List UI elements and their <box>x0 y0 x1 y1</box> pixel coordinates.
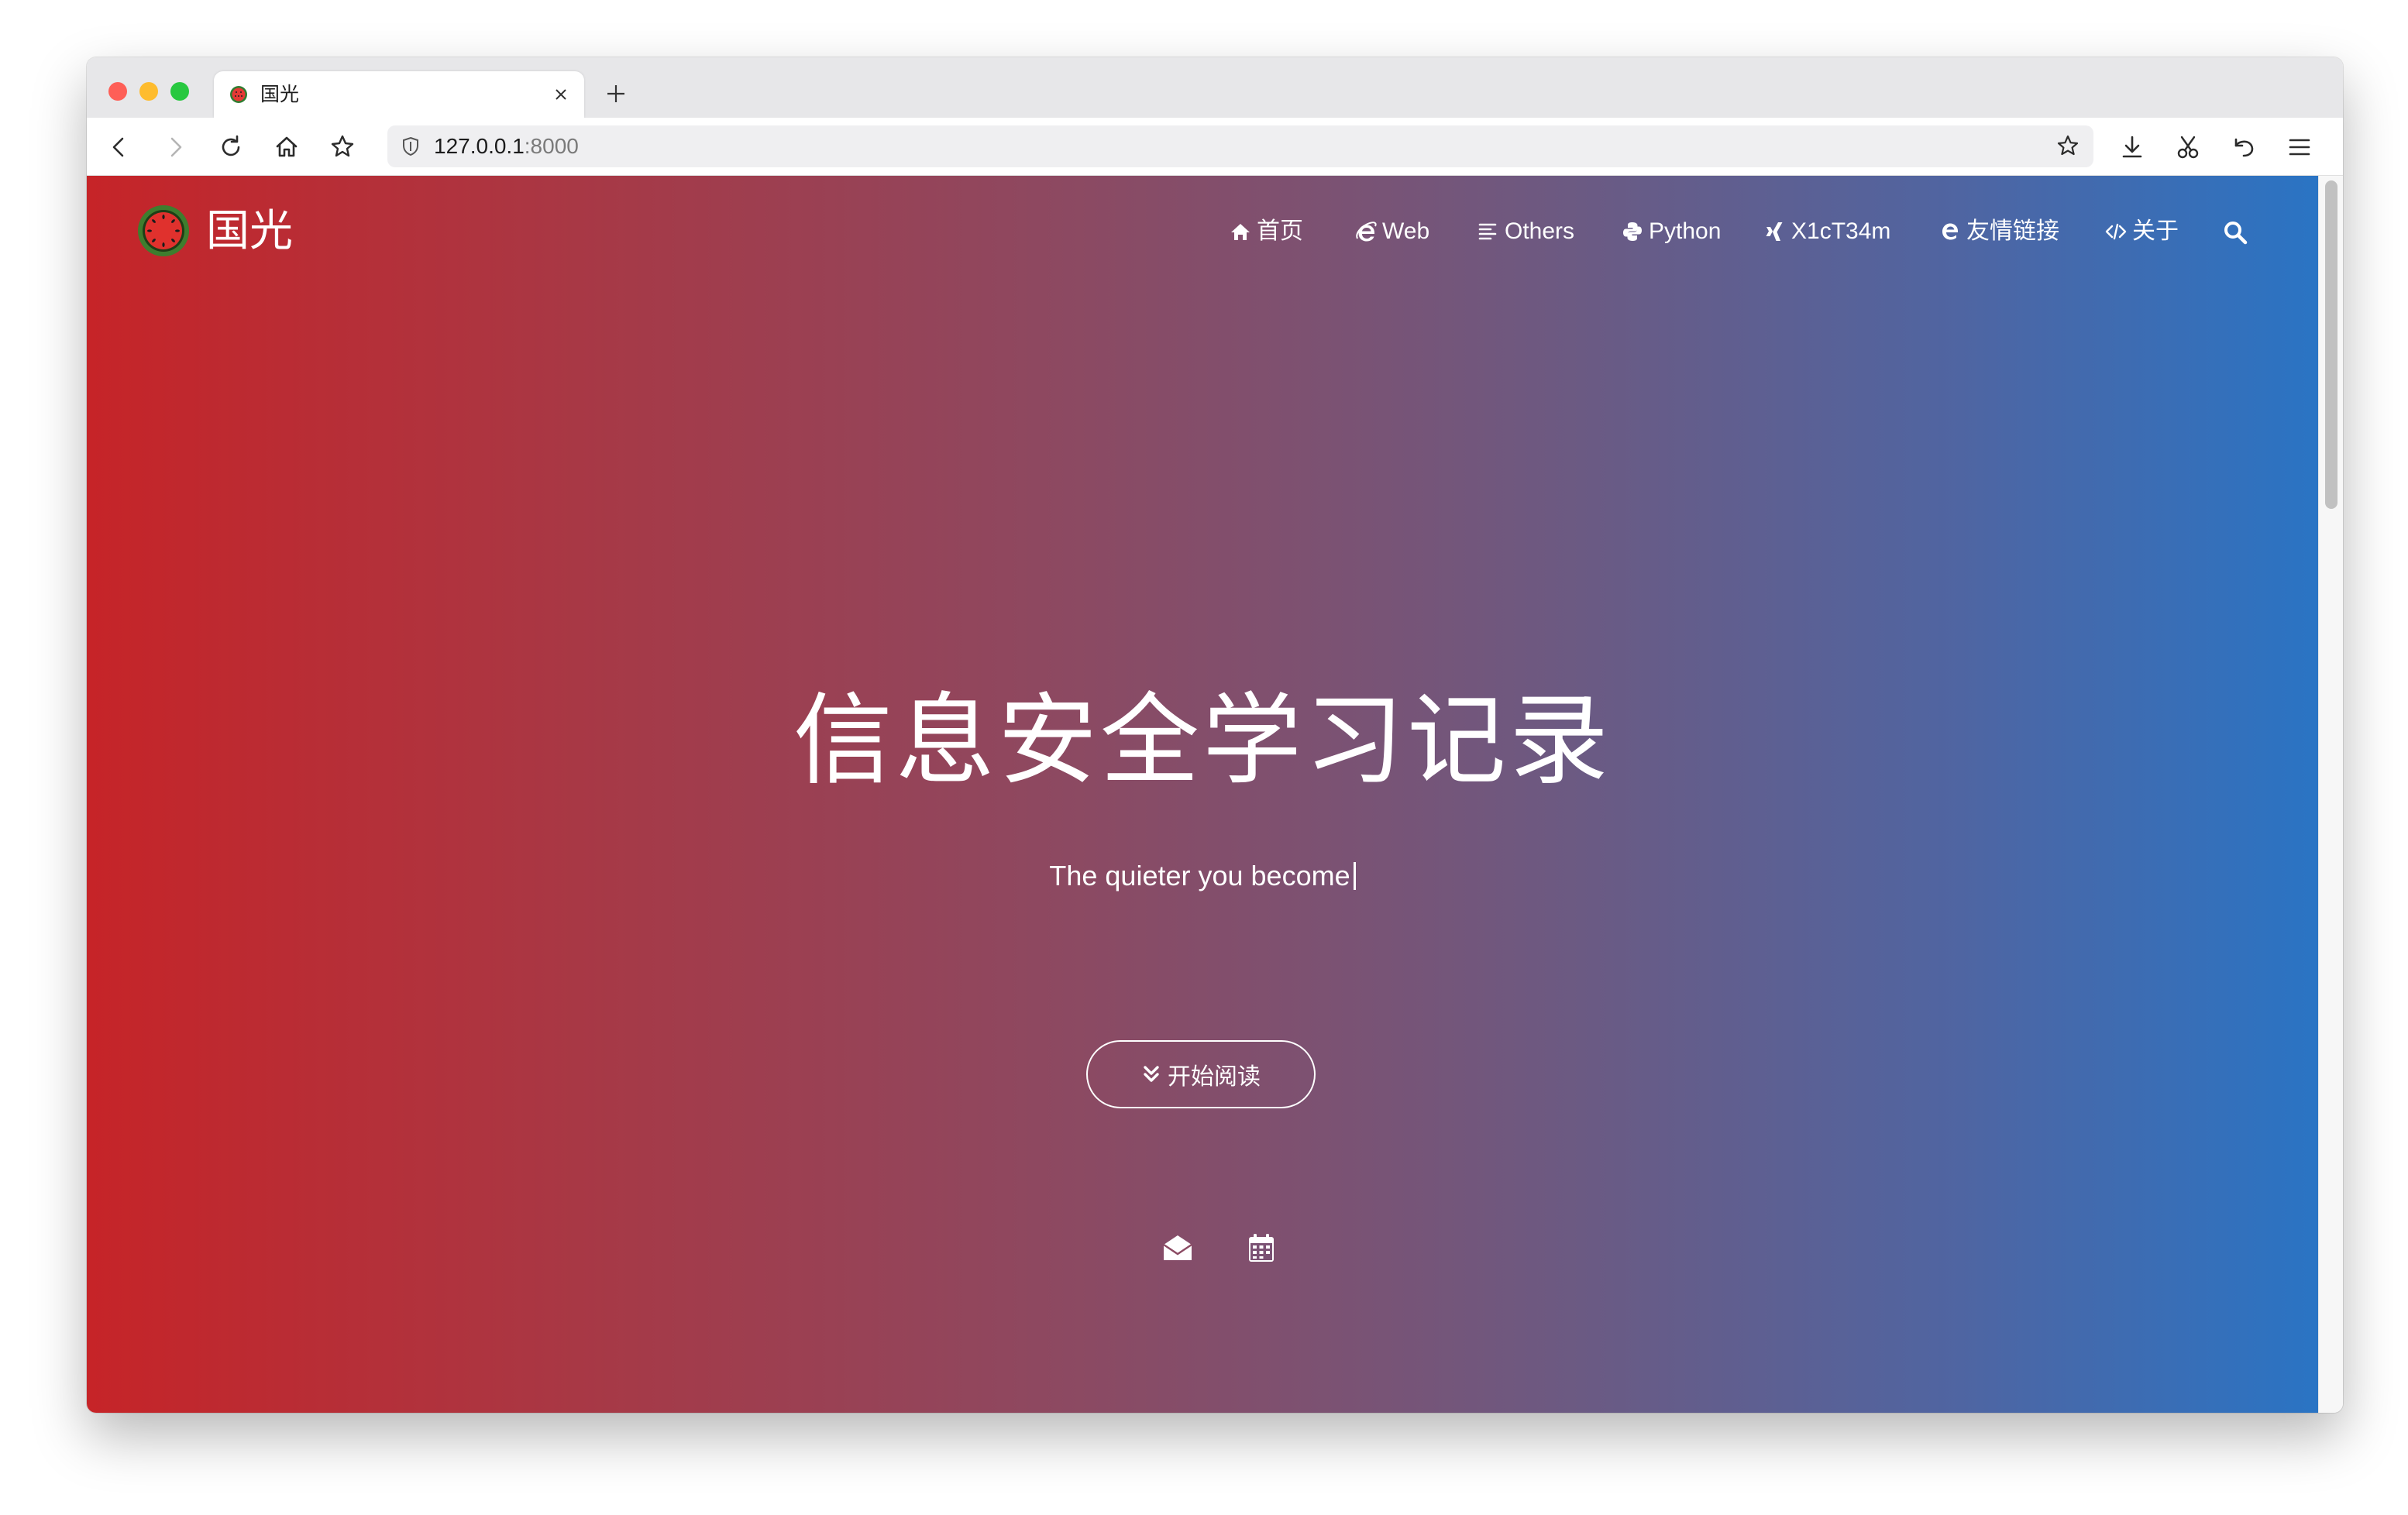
nav-item-x1ct34m[interactable]: X1cT34m <box>1763 216 1890 247</box>
back-icon[interactable] <box>104 132 135 163</box>
edge-icon <box>1942 223 1958 240</box>
calendar-icon[interactable] <box>1244 1231 1278 1265</box>
home-icon <box>1231 224 1250 240</box>
download-icon[interactable] <box>2117 132 2148 163</box>
nav-item-python[interactable]: Python <box>1621 216 1721 247</box>
scrollbar-thumb[interactable] <box>2325 180 2337 509</box>
zoom-window-button[interactable] <box>170 82 189 101</box>
xing-icon <box>1766 222 1783 241</box>
nav-item-web[interactable]: Web <box>1354 216 1429 247</box>
double-chevron-down-icon <box>1144 1066 1159 1082</box>
nav-item-about[interactable]: 关于 <box>2104 216 2179 247</box>
undo-icon[interactable] <box>2228 132 2259 163</box>
browser-toolbar: 127.0.0.1:8000 <box>87 118 2343 176</box>
nav-item-label: Web <box>1382 218 1430 244</box>
shield-icon[interactable] <box>400 136 421 157</box>
address-bar[interactable]: 127.0.0.1:8000 <box>387 125 2093 167</box>
page-viewport: 国光 首页 Web Others Python X1cT34m 友情链接 关于 … <box>87 176 2343 1413</box>
hero-title: 信息安全学习记录 <box>793 683 1612 799</box>
start-reading-button[interactable]: 开始阅读 <box>1086 1040 1316 1108</box>
nav-item-links[interactable]: 友情链接 <box>1938 216 2059 247</box>
nav-item-label: X1cT34m <box>1791 218 1891 244</box>
hero-section: 国光 首页 Web Others Python X1cT34m 友情链接 关于 … <box>87 176 2318 1413</box>
typing-cursor <box>1353 862 1356 890</box>
reload-icon[interactable] <box>215 132 246 163</box>
bookmark-star-icon[interactable] <box>327 132 358 163</box>
main-nav: 首页 Web Others Python X1cT34m 友情链接 关于 <box>87 216 2318 247</box>
hero-subtitle: The quieter you become <box>87 857 2318 895</box>
tab-title: 国光 <box>260 83 300 105</box>
nav-item-label: 关于 <box>2132 218 2179 244</box>
typed-text: The quieter you become <box>1049 860 1350 891</box>
menu-icon[interactable] <box>2284 132 2315 163</box>
nav-item-others[interactable]: Others <box>1477 216 1574 247</box>
star-icon[interactable] <box>2055 133 2081 160</box>
page-scrollbar[interactable] <box>2318 176 2343 1413</box>
close-tab-icon[interactable] <box>550 84 572 105</box>
url-host: 127.0.0.1 <box>434 134 525 158</box>
new-tab-icon[interactable] <box>604 82 628 105</box>
browser-tab[interactable]: 国光 <box>214 71 584 118</box>
nav-item-label: 友情链接 <box>1966 218 2059 244</box>
nav-item-label: 首页 <box>1257 218 1303 244</box>
list-icon <box>1478 223 1497 240</box>
search-icon[interactable] <box>2222 219 2248 246</box>
url-port: :8000 <box>524 134 579 158</box>
home-icon[interactable] <box>271 132 302 163</box>
browser-window: 国光 127.0.0.1:8000 国光 首页 Web Others Pytho… <box>87 57 2343 1413</box>
url-text: 127.0.0.1:8000 <box>434 135 579 158</box>
nav-item-label: Python <box>1649 218 1722 244</box>
watermelon-icon <box>230 86 247 103</box>
nav-item-label: Others <box>1505 218 1575 244</box>
close-window-button[interactable] <box>108 82 127 101</box>
minimize-window-button[interactable] <box>139 82 158 101</box>
python-icon <box>1623 222 1642 241</box>
code-icon <box>2105 223 2127 240</box>
start-reading-label: 开始阅读 <box>1168 1063 1261 1091</box>
tab-strip: 国光 <box>87 57 2343 118</box>
ie-icon <box>1356 222 1377 242</box>
scissors-icon[interactable] <box>2172 132 2203 163</box>
nav-item-home[interactable]: 首页 <box>1229 216 1303 247</box>
forward-icon[interactable] <box>160 132 191 163</box>
envelope-open-icon[interactable] <box>1161 1231 1195 1265</box>
